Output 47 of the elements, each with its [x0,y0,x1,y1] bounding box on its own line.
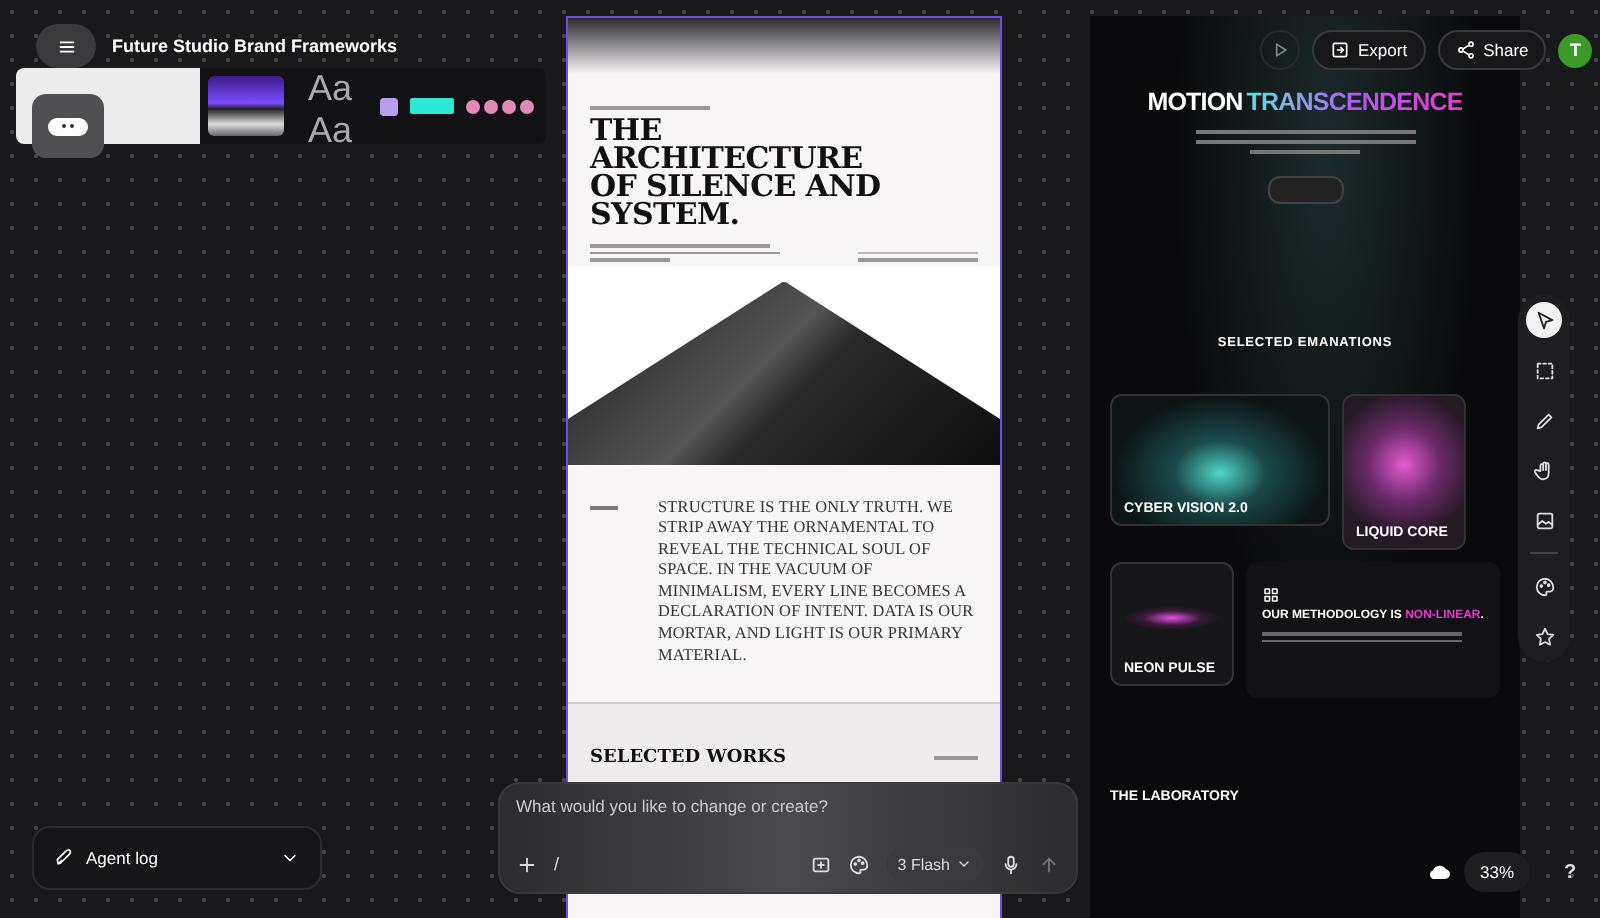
star-icon [1533,625,1555,647]
grid-icon [1262,586,1280,604]
cloud-icon [1428,860,1452,884]
design-board-thumbnail[interactable]: Aa Aa [16,68,546,144]
type-sample: Aa [308,110,353,144]
image-icon [1533,509,1555,531]
type-sample: Aa [308,68,353,110]
hand-icon [1533,459,1555,481]
menu-button[interactable] [36,24,96,68]
play-icon [1270,40,1290,60]
share-button[interactable]: Share [1437,30,1547,70]
insert-icon [809,853,832,875]
chat-bubble-button[interactable] [32,94,104,158]
palette-icon [1533,575,1555,597]
document-title: THE ARCHITECTURE OF SILENCE AND SYSTEM. [590,116,883,228]
help-button[interactable]: ? [1550,852,1591,892]
color-dots [466,99,535,113]
project-title: Future Studio Brand Frameworks [112,36,398,56]
plus-icon [516,853,538,875]
swatch [380,97,399,115]
command-button[interactable]: / [554,854,560,874]
pointer-tool[interactable] [1526,302,1562,338]
share-icon [1455,40,1476,60]
manifesto-text: STRUCTURE IS THE ONLY TRUTH. WE STRIP AWAY THE ORNAMENTAL TO REVEAL THE TECHNICAL SOUL OF SPACE. IN THE VACUUM OF MINIMALISM, EVERY LINE BECOMES A DECLARATION OF INTENT. DATA IS OUR MORTAR, AND LIGHT IS OUR PRIMARY MATERIAL. [658,497,976,667]
insert-button[interactable] [809,853,832,875]
palette-button[interactable] [847,853,870,875]
zoom-level-button[interactable]: 33% [1464,852,1531,892]
prompt-field[interactable]: What would you like to change or create? / 3 Flash [498,782,1078,894]
arrow-up-icon [1038,853,1060,875]
microphone-button[interactable] [1000,853,1022,875]
pointer-icon [1533,309,1555,331]
export-icon [1330,40,1350,60]
chevron-down-icon [956,856,972,872]
agent-log-dropdown[interactable]: Agent log [32,826,322,890]
palette-icon [847,853,870,875]
add-button[interactable] [516,853,538,875]
export-button[interactable]: Export [1312,30,1426,70]
selection-icon [1533,359,1555,381]
section-title: SELECTED WORKS [590,748,786,769]
send-button[interactable] [1038,853,1060,875]
hero-headline: MOTION TRANSCENDENCE [1147,88,1463,116]
pencil-icon [1533,409,1555,431]
model-selector[interactable]: 3 Flash [885,848,984,880]
preview-button[interactable] [1260,30,1300,70]
user-avatar[interactable]: T [1558,33,1593,67]
microphone-icon [1000,853,1022,875]
swatch [410,98,455,114]
